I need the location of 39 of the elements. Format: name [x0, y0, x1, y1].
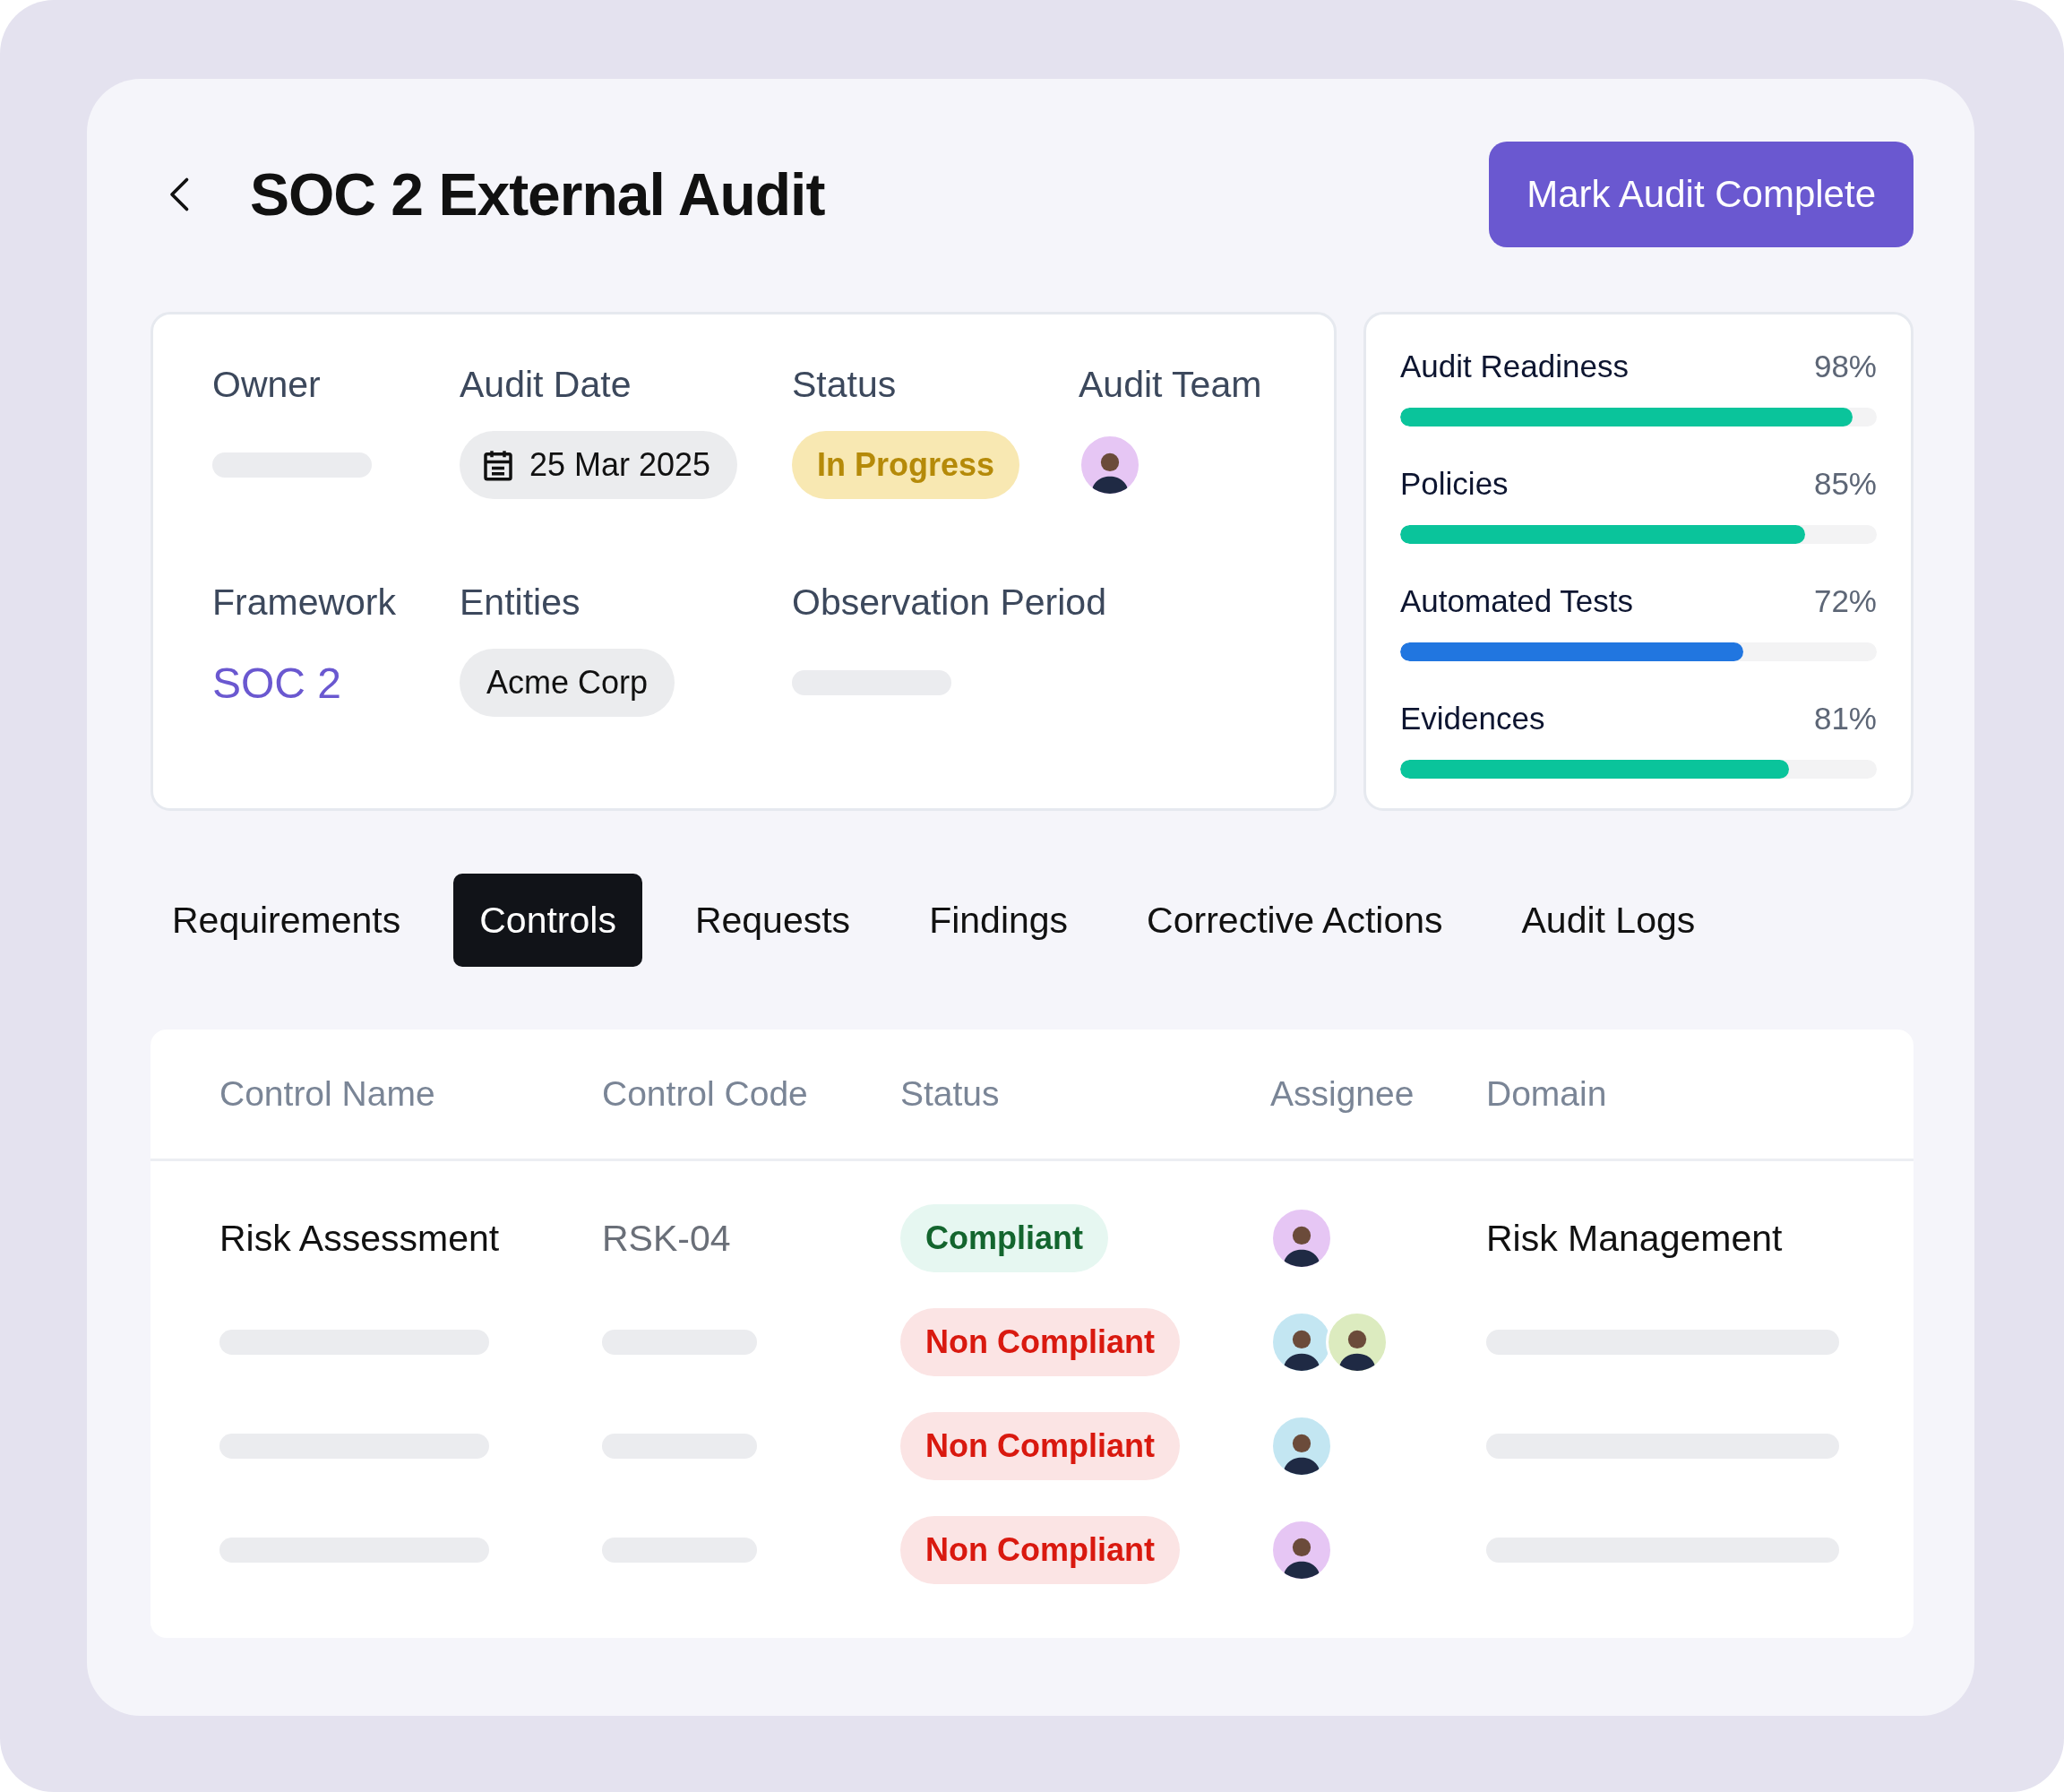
- metric-value: 72%: [1813, 583, 1877, 619]
- tab[interactable]: Corrective Actions: [1121, 874, 1469, 967]
- mark-complete-button[interactable]: Mark Audit Complete: [1489, 142, 1914, 247]
- page-title: SOC 2 External Audit: [250, 160, 825, 228]
- tab[interactable]: Audit Logs: [1495, 874, 1722, 967]
- status-badge: Non Compliant: [900, 1412, 1180, 1480]
- framework-link[interactable]: SOC 2: [212, 658, 342, 708]
- metric-label: Audit Readiness: [1400, 349, 1629, 384]
- tab[interactable]: Requests: [668, 874, 877, 967]
- metric-label: Evidences: [1400, 701, 1545, 737]
- status-badge: Non Compliant: [900, 1516, 1180, 1584]
- field-label: Audit Team: [1079, 364, 1263, 406]
- field-label: Audit Date: [460, 364, 632, 406]
- field-label: Entities: [460, 582, 581, 624]
- metric-value: 81%: [1813, 701, 1877, 737]
- column-header: Domain: [1486, 1074, 1608, 1114]
- field-label: Status: [792, 364, 898, 406]
- metric-value: 98%: [1813, 349, 1877, 384]
- date-text: 25 Mar 2025: [529, 446, 711, 484]
- field-label: Observation Period: [792, 582, 1107, 624]
- entity-chip: Acme Corp: [460, 649, 675, 717]
- status-badge: Non Compliant: [900, 1308, 1180, 1376]
- field-label: Framework: [212, 582, 398, 624]
- metric-label: Policies: [1400, 466, 1509, 502]
- metric-value: 85%: [1813, 466, 1877, 502]
- column-header: Status: [900, 1074, 1001, 1114]
- metric-label: Automated Tests: [1400, 583, 1634, 619]
- column-header: Control Code: [602, 1074, 809, 1114]
- field-label: Owner: [212, 364, 322, 406]
- control-code: RSK-04: [602, 1217, 731, 1260]
- status-badge: In Progress: [792, 431, 1020, 499]
- column-header: Control Name: [219, 1074, 436, 1114]
- column-header: Assignee: [1270, 1074, 1415, 1114]
- status-badge: Compliant: [900, 1204, 1108, 1272]
- control-name: Risk Assessment: [219, 1217, 500, 1260]
- tab[interactable]: Findings: [903, 874, 1095, 967]
- tab[interactable]: Requirements: [150, 874, 427, 967]
- domain: Risk Management: [1486, 1217, 1783, 1260]
- tab[interactable]: Controls: [453, 874, 642, 967]
